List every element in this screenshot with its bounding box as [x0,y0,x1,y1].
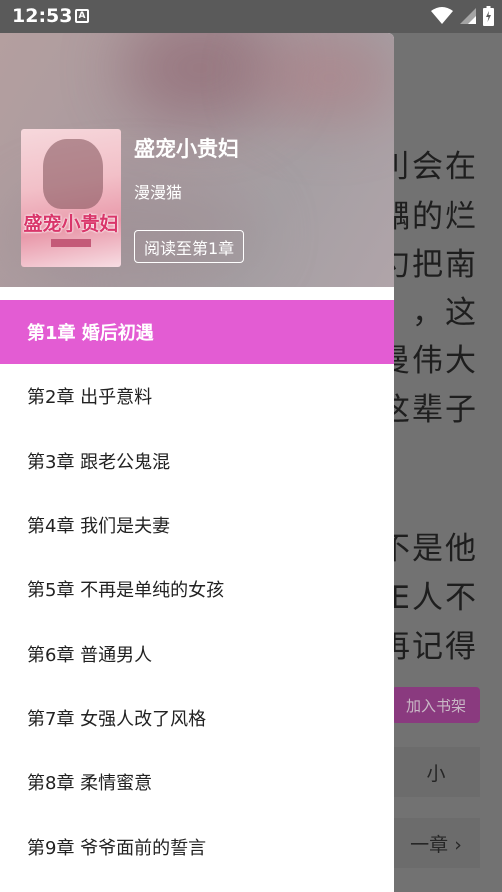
signal-icon [460,8,476,24]
chapter-item[interactable]: 第6章 普通男人 [0,621,394,685]
chapter-item[interactable]: 第5章 不再是单纯的女孩 [0,557,394,621]
chapter-item[interactable]: 第7章 女强人改了风格 [0,686,394,750]
reader-text-line: E人不 [390,580,478,616]
chapter-list: 第1章 婚后初遇 第2章 出乎意料 第3章 跟老公鬼混 第4章 我们是夫妻 第5… [0,300,394,879]
chapter-item[interactable]: 第8章 柔情蜜意 [0,750,394,814]
status-time: 12:53 [12,5,73,27]
status-bar: 12:53 A [0,0,502,33]
chapter-item[interactable]: 第1章 婚后初遇 [0,300,394,365]
cover-title: 盛宠小贵妇 [23,213,119,235]
font-size-button[interactable]: 小 [392,747,480,797]
book-author: 漫漫猫 [134,183,183,202]
chapter-item[interactable]: 第9章 爷爷面前的誓言 [0,814,394,878]
wifi-icon [431,7,453,24]
drawer-header: 盛宠小贵妇 盛宠小贵妇 漫漫猫 阅读至第1章 [0,33,394,287]
chapter-item[interactable]: 第4章 我们是夫妻 [0,493,394,557]
book-title: 盛宠小贵妇 [134,137,239,161]
a-notification-icon: A [75,9,89,23]
chapter-item[interactable]: 第3章 跟老公鬼混 [0,429,394,493]
continue-reading-button[interactable]: 阅读至第1章 [134,230,245,263]
next-chapter-button[interactable]: 一章 › [392,818,480,868]
status-icons [431,6,494,26]
battery-icon [483,6,494,26]
add-to-shelf-button[interactable]: 加入书架 [392,687,480,723]
reader-text-line: ，这 [412,295,478,331]
book-cover: 盛宠小贵妇 [21,129,121,267]
chapter-drawer: 盛宠小贵妇 盛宠小贵妇 漫漫猫 阅读至第1章 第1章 婚后初遇 第2章 出乎意料… [0,33,394,892]
chapter-item[interactable]: 第2章 出乎意料 [0,364,394,428]
